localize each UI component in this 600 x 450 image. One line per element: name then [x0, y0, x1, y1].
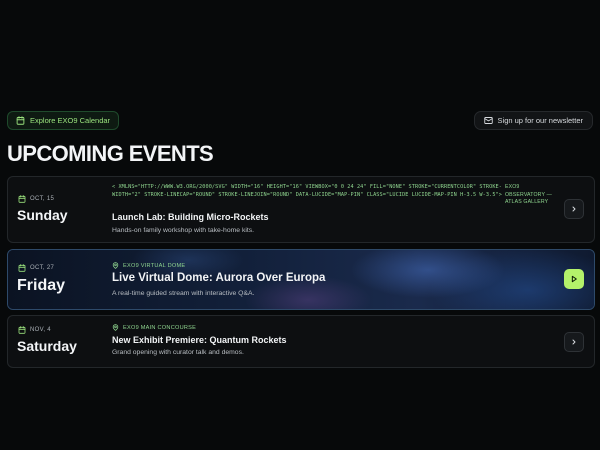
mail-icon: [483, 116, 493, 125]
event-location: EXO9 VIRTUAL DOME: [112, 262, 185, 269]
event-date: OCT, 27: [18, 264, 54, 272]
map-pin-icon: [112, 324, 119, 331]
event-location-text: EXO9 VIRTUAL DOME: [123, 262, 186, 269]
event-date: NOV, 4: [18, 326, 51, 334]
event-day: Friday: [17, 277, 66, 294]
calendar-icon: [16, 116, 25, 125]
calendar-icon: [18, 326, 26, 334]
map-pin-icon: [112, 262, 119, 269]
page-title: UPCOMING EVENTS: [7, 141, 214, 166]
event-description: Grand opening with curator talk and demo…: [112, 349, 244, 356]
event-location: EXO9 OBSERVATORY — ATLAS GALLERY: [505, 184, 552, 206]
top-bar: Explore EXO9 Calendar Sign up for our ne…: [7, 111, 593, 130]
calendar-icon: [18, 264, 26, 272]
chevron-right-icon: [570, 338, 578, 346]
event-date-text: NOV, 4: [30, 327, 51, 333]
event-open-button[interactable]: [564, 199, 584, 219]
newsletter-label: Sign up for our newsletter: [497, 116, 583, 125]
explore-calendar-label: Explore EXO9 Calendar: [30, 116, 111, 125]
event-day: Sunday: [17, 207, 68, 223]
event-day: Saturday: [17, 338, 77, 354]
event-description: Hands-on family workshop with take-home …: [112, 227, 255, 234]
play-icon: [570, 275, 578, 283]
event-card-launch-lab[interactable]: OCT, 15 Sunday < xmlns="http://www.w3.or…: [7, 176, 595, 243]
event-date-text: OCT, 15: [30, 196, 55, 202]
event-title: New Exhibit Premiere: Quantum Rockets: [112, 335, 287, 345]
event-title: Launch Lab: Building Micro-Rockets: [112, 212, 269, 222]
event-date-text: OCT, 27: [30, 265, 55, 271]
event-description: A real-time guided stream with interacti…: [112, 290, 255, 297]
event-date: OCT, 15: [18, 195, 54, 203]
event-location-text: EXO9 MAIN CONCOURSE: [123, 324, 197, 331]
chevron-right-icon: [570, 205, 578, 213]
event-location-raw: < xmlns="http://www.w3.org/2000/svg" wid…: [112, 184, 502, 198]
event-card-virtual-dome[interactable]: OCT, 27 Friday EXO9 VIRTUAL DOME Live Vi…: [7, 249, 595, 310]
event-card-quantum-rockets[interactable]: NOV, 4 Saturday EXO9 MAIN CONCOURSE New …: [7, 315, 595, 368]
newsletter-signup-button[interactable]: Sign up for our newsletter: [473, 111, 593, 130]
explore-calendar-button[interactable]: Explore EXO9 Calendar: [7, 111, 120, 130]
event-play-button[interactable]: [564, 269, 584, 289]
event-title: Live Virtual Dome: Aurora Over Europa: [112, 272, 326, 284]
event-location: EXO9 MAIN CONCOURSE: [112, 324, 196, 331]
event-open-button[interactable]: [564, 332, 584, 352]
calendar-icon: [18, 195, 26, 203]
